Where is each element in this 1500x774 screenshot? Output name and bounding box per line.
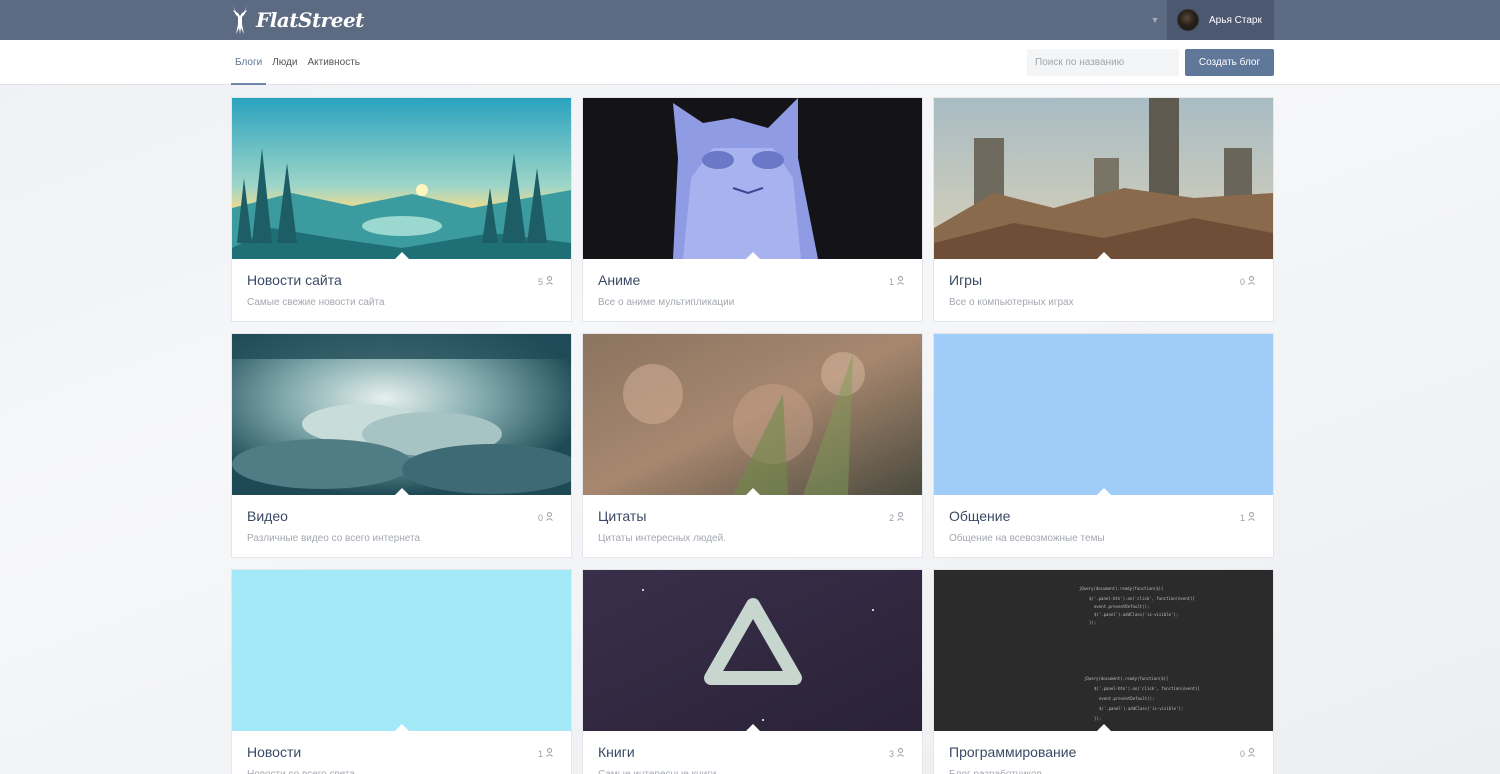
blog-description: Новости со всего света [247,769,355,774]
person-icon [897,512,904,523]
svg-text:});: }); [1094,716,1101,721]
person-icon [897,276,904,287]
svg-text:});: }); [1089,620,1096,625]
blog-card[interactable]: Новости сайта 5 Самые свежие новости сай… [231,97,572,322]
svg-text:jQuery(document).ready(functio: jQuery(document).ready(function($){ [1084,676,1168,681]
member-count: 0 [1239,276,1245,287]
blog-title[interactable]: Новости [247,744,301,760]
blog-title[interactable]: Книги [598,744,635,760]
member-count: 0 [1239,748,1245,759]
cover-notch [1097,724,1111,731]
blog-members-count: 3 [889,748,904,759]
member-count: 1 [888,276,894,287]
blog-card[interactable]: Книги 3 Самые интересные книги [582,569,923,774]
svg-text:event.preventDefault();: event.preventDefault(); [1099,696,1154,701]
blog-title[interactable]: Игры [949,272,982,288]
blog-members-count: 1 [538,748,553,759]
member-count: 0 [537,512,543,523]
sub-navigation: Блоги Люди Активность Создать блог [0,40,1500,85]
cover-notch [395,724,409,731]
blog-cover-image [583,98,922,259]
blog-members-count: 0 [1240,276,1255,287]
blog-cover-image [232,570,571,731]
person-icon [1248,276,1255,287]
blog-members-count: 1 [1240,512,1255,523]
person-icon [1248,748,1255,759]
person-icon [897,748,904,759]
blog-cover-image [232,98,571,259]
cover-notch [746,252,760,259]
blog-description: Цитаты интересных людей. [598,533,726,544]
blog-description: Самые свежие новости сайта [247,297,385,308]
svg-text:$('.panel-btn').on('click', fu: $('.panel-btn').on('click', function(eve… [1094,686,1200,691]
create-blog-button[interactable]: Создать блог [1185,49,1274,76]
person-icon [546,276,553,287]
blog-title[interactable]: Общение [949,508,1010,524]
blog-title[interactable]: Программирование [949,744,1076,760]
svg-text:event.preventDefault();: event.preventDefault(); [1094,604,1149,609]
blog-cover-image: jQuery(document).ready(function($){ $('.… [934,570,1273,731]
blog-card[interactable]: Аниме 1 Все о аниме мультипликации [582,97,923,322]
svg-text:jQuery(document).ready(functio: jQuery(document).ready(function($){ [1079,586,1163,591]
person-icon [546,748,553,759]
blog-cover-image [583,570,922,731]
blog-cover-image [934,334,1273,495]
blog-cover-image [232,334,571,495]
search-input[interactable] [1027,49,1179,76]
deer-icon [233,6,247,34]
blog-members-count: 0 [1240,748,1255,759]
blog-members-count: 5 [538,276,553,287]
tab-people[interactable]: Люди [272,40,297,85]
blog-description: Самые интересные книги [598,769,716,774]
blog-title[interactable]: Аниме [598,272,640,288]
chevron-down-icon[interactable]: ▼ [1144,0,1166,40]
tab-activity[interactable]: Активность [307,40,360,85]
avatar [1177,9,1199,31]
member-count: 5 [537,276,543,287]
cover-notch [395,252,409,259]
blog-cover-image [934,98,1273,259]
brand-name: FlatStreet [256,8,364,32]
blog-title[interactable]: Новости сайта [247,272,342,288]
blog-title[interactable]: Видео [247,508,288,524]
svg-text:$('.panel-btn').on('click', fu: $('.panel-btn').on('click', function(eve… [1089,596,1195,601]
blog-card[interactable]: Цитаты 2 Цитаты интересных людей. [582,333,923,558]
cover-notch [1097,488,1111,495]
cover-notch [746,488,760,495]
blog-description: Общение на всевозможные темы [949,533,1105,544]
blog-description: Все о аниме мультипликации [598,297,735,308]
svg-text:$('.panel').addClass('is-visib: $('.panel').addClass('is-visible'); [1094,612,1178,617]
user-name: Арья Старк [1209,14,1262,26]
blog-description: Блог разработчиков [949,769,1042,774]
blog-members-count: 1 [889,276,904,287]
tab-bar: Блоги Люди Активность [230,40,360,85]
member-count: 3 [888,748,894,759]
blog-members-count: 0 [538,512,553,523]
svg-text:$('.panel').addClass('is-visib: $('.panel').addClass('is-visible'); [1099,706,1183,711]
blog-description: Различные видео со всего интернета [247,533,421,544]
blog-description: Все о компьютерных играх [949,297,1074,308]
member-count: 1 [1239,512,1245,523]
blog-cover-image [583,334,922,495]
blog-title[interactable]: Цитаты [598,508,646,524]
tab-blogs[interactable]: Блоги [230,40,267,85]
blog-card[interactable]: Общение 1 Общение на всевозможные темы [933,333,1274,558]
cover-notch [395,488,409,495]
blog-members-count: 2 [889,512,904,523]
person-icon [546,512,553,523]
blog-card[interactable]: Видео 0 Различные видео со всего интерне… [231,333,572,558]
cover-notch [746,724,760,731]
brand-logo[interactable]: FlatStreet [230,4,364,36]
top-bar: FlatStreet ▼ Арья Старк [0,0,1500,40]
cover-notch [1097,252,1111,259]
member-count: 1 [537,748,543,759]
member-count: 2 [888,512,894,523]
blog-card[interactable]: Новости 1 Новости со всего света [231,569,572,774]
person-icon [1248,512,1255,523]
blog-card[interactable]: Игры 0 Все о компьютерных играх [933,97,1274,322]
user-menu[interactable]: Арья Старк [1167,0,1274,40]
blog-card[interactable]: jQuery(document).ready(function($){ $('.… [933,569,1274,774]
